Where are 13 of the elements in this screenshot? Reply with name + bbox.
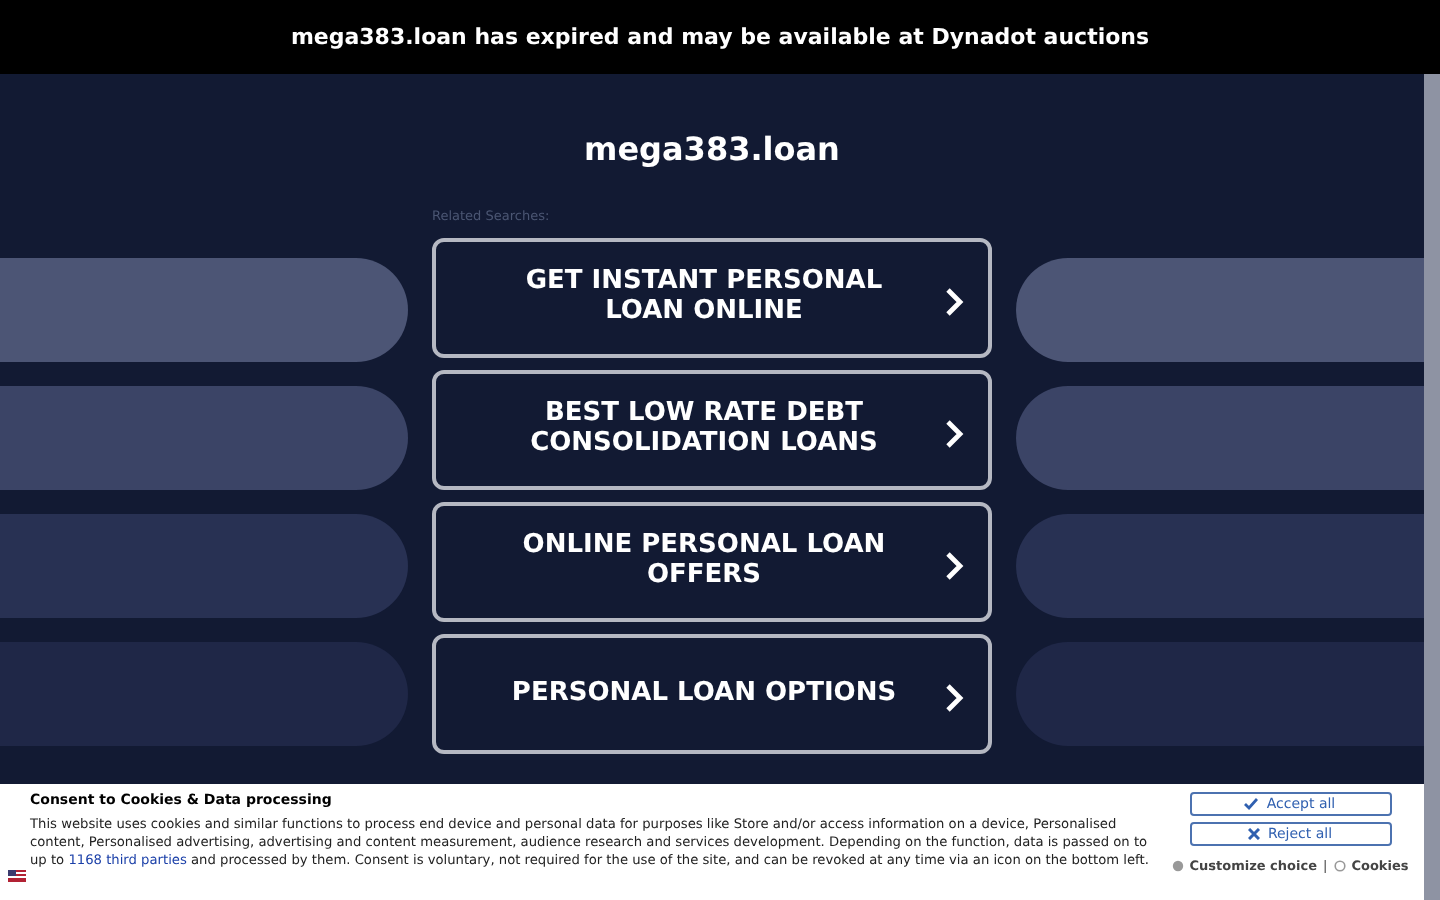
search-link-button[interactable]: ONLINE PERSONAL LOAN OFFERS xyxy=(432,502,992,622)
search-link-button[interactable]: BEST LOW RATE DEBT CONSOLIDATION LOANS xyxy=(432,370,992,490)
chevron-icon xyxy=(944,288,964,316)
search-link-button[interactable]: PERSONAL LOAN OPTIONS xyxy=(432,634,992,754)
close-icon xyxy=(1247,828,1260,840)
chevron-icon xyxy=(944,684,964,712)
chevron-icon xyxy=(944,420,964,448)
domain-title: mega383.loan xyxy=(584,130,840,168)
flag-icon[interactable] xyxy=(8,870,26,882)
search-link-button[interactable]: GET INSTANT PERSONAL LOAN ONLINE xyxy=(432,238,992,358)
check-icon xyxy=(1244,798,1259,810)
chevron-icon xyxy=(944,552,964,580)
expired-notice: mega383.loan has expired and may be available at Dynadot auctions xyxy=(290,24,1150,50)
